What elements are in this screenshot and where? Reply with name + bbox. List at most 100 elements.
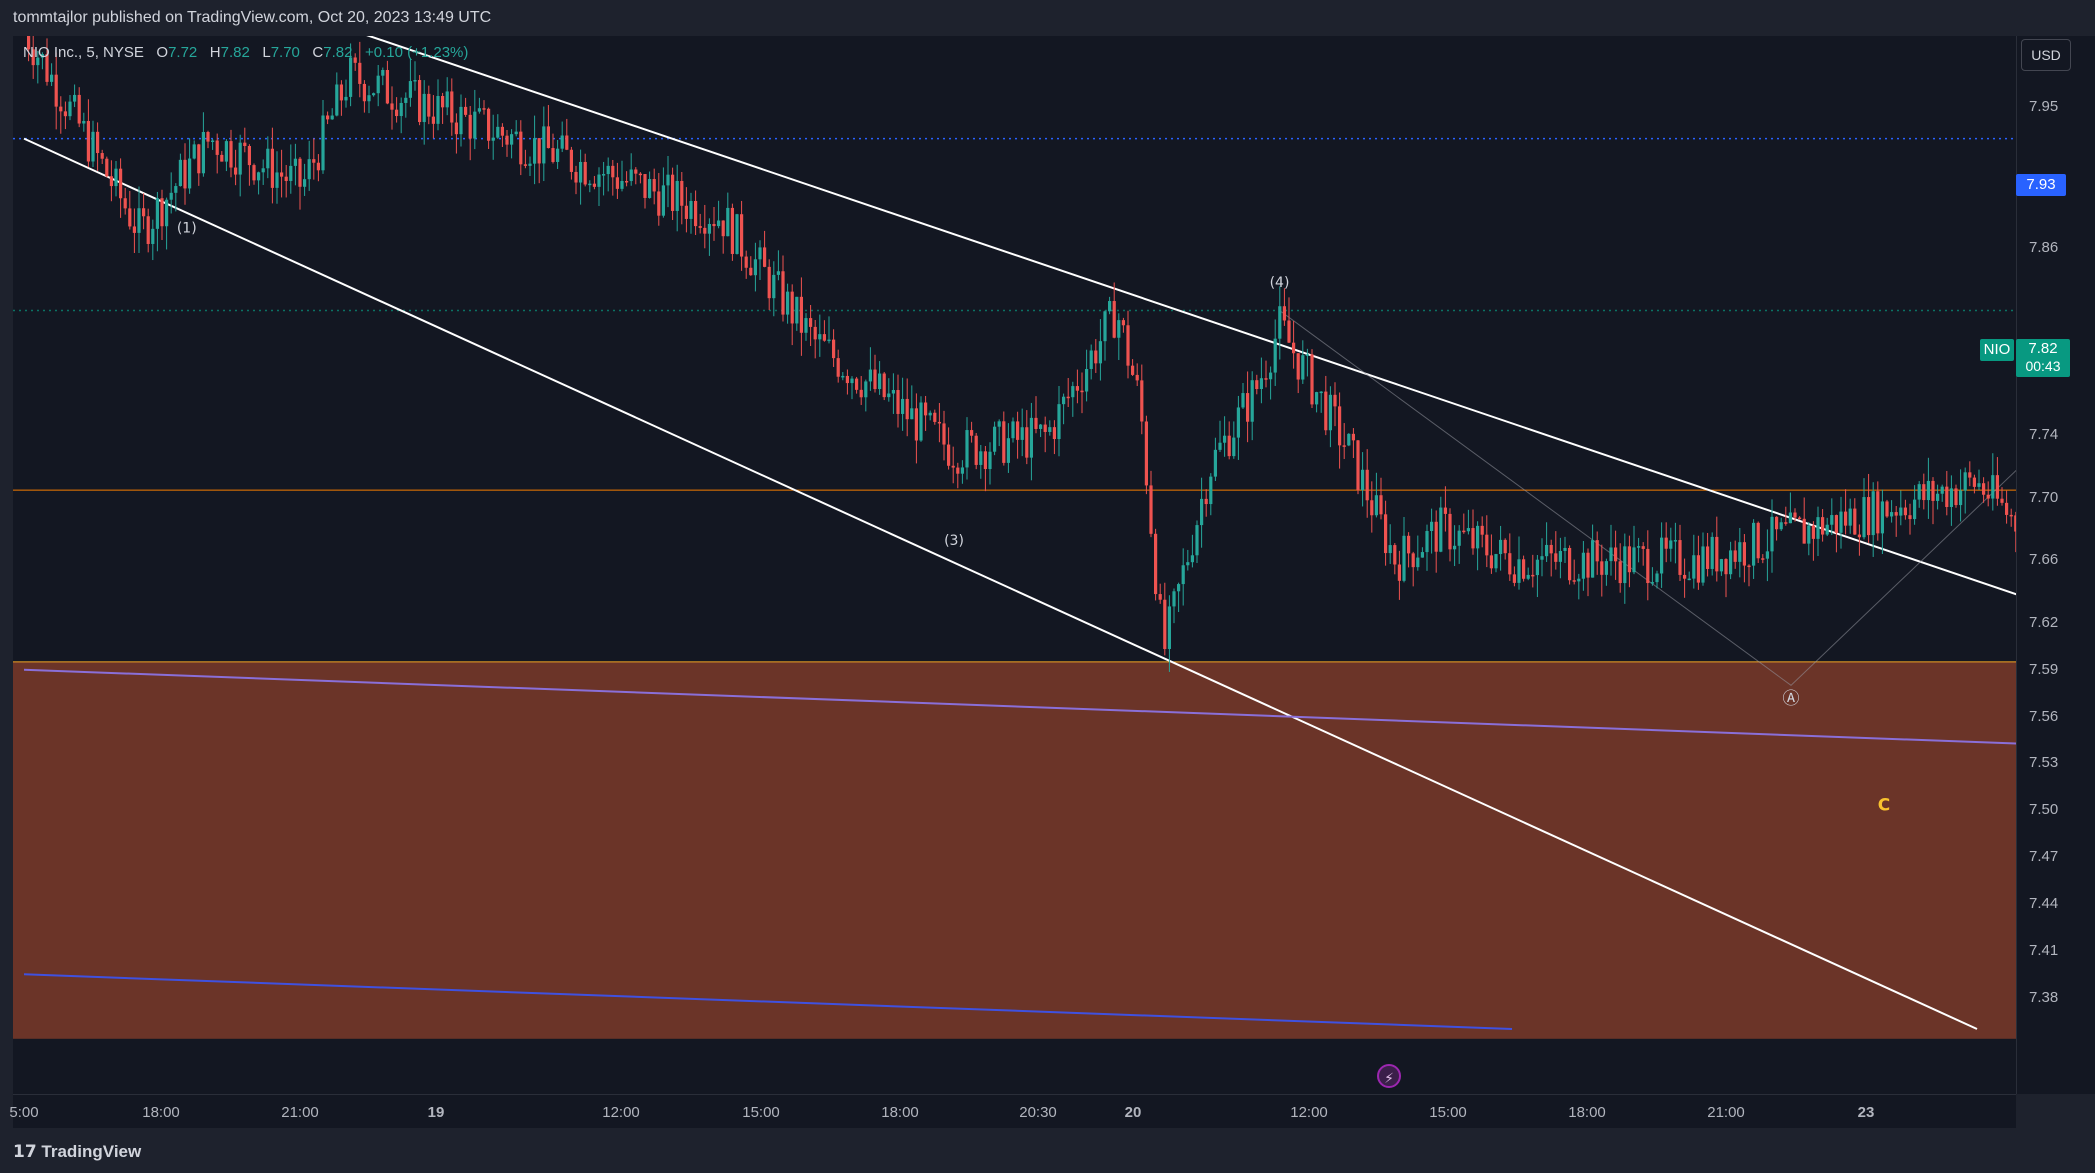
wave-label: C — [1878, 795, 1890, 815]
candle-body — [1278, 306, 1282, 339]
candle-body — [1397, 564, 1401, 581]
time-tick: 12:00 — [1290, 1104, 1328, 1121]
candle-body — [776, 271, 780, 275]
candle-body — [1131, 365, 1135, 375]
candle-body — [59, 106, 63, 112]
chart-svg[interactable]: (1)(3)(4)ⒶCⒷ(5)Ⓒ — [13, 36, 2016, 1094]
candle-body — [266, 148, 270, 169]
candle-body — [717, 220, 721, 227]
candle-body — [528, 163, 532, 166]
legend-high-value: 7.82 — [220, 44, 250, 61]
candle-body — [381, 69, 385, 76]
candle-body — [1802, 518, 1806, 544]
legend-close-label: C — [312, 44, 324, 61]
candle-body — [1462, 530, 1466, 533]
candle-body — [588, 183, 592, 186]
candle-body — [758, 247, 762, 260]
candle-body — [1623, 546, 1627, 584]
candle-body — [1936, 493, 1940, 501]
last-price-badge: 7.82 00:43 — [2016, 339, 2070, 377]
candle-body — [192, 144, 196, 159]
price-tick: 7.47 — [2029, 848, 2059, 866]
candle-body — [1609, 547, 1613, 562]
candle-body — [1062, 396, 1066, 405]
tradingview-logo[interactable]: 𝟭𝟳 TradingView — [13, 1142, 141, 1162]
legend-symbol[interactable]: NIO Inc., 5, NYSE — [23, 44, 144, 61]
wave-label: (1) — [177, 220, 197, 236]
candle-body — [1094, 350, 1098, 364]
candle-body — [376, 75, 380, 94]
candle-body — [468, 114, 472, 139]
candle-body — [330, 115, 334, 120]
candle-body — [344, 96, 348, 101]
candle-body — [77, 94, 81, 124]
candle-body — [523, 164, 527, 166]
price-tick: 7.95 — [2029, 98, 2059, 116]
candle-body — [1540, 556, 1544, 560]
candle-body — [1926, 480, 1930, 501]
candle-body — [1508, 553, 1512, 575]
candle-body — [114, 168, 118, 187]
candle-body — [698, 226, 702, 228]
candle-body — [316, 162, 320, 171]
candle-body — [675, 180, 679, 211]
currency-button[interactable]: USD — [2021, 39, 2071, 71]
price-tick: 7.62 — [2029, 613, 2059, 631]
candle-body — [160, 198, 164, 227]
candle-body — [546, 126, 550, 149]
candle-body — [1807, 525, 1811, 544]
candle-body — [1821, 517, 1825, 535]
candle-body — [1112, 301, 1116, 338]
candle-body — [335, 84, 339, 116]
candle-body — [1857, 534, 1861, 538]
candle-body — [408, 81, 412, 98]
candle-body — [1885, 501, 1889, 517]
candle-body — [1292, 342, 1296, 354]
candle-body — [404, 97, 408, 103]
candle-body — [1765, 551, 1769, 559]
flash-icon[interactable]: ⚡ — [1377, 1064, 1401, 1088]
candle-body — [560, 135, 564, 149]
candle-body — [413, 80, 417, 82]
candle-body — [197, 144, 201, 174]
candle-body — [1627, 546, 1631, 573]
candle-body — [832, 339, 836, 359]
candle-body — [726, 207, 730, 237]
candle-body — [422, 93, 426, 123]
candle-body — [123, 198, 127, 209]
price-tick: 7.74 — [2029, 426, 2059, 444]
candle-body — [799, 296, 803, 333]
candle-body — [1531, 574, 1535, 577]
candle-body — [1048, 427, 1052, 432]
candle-body — [2009, 514, 2013, 517]
candle-body — [445, 91, 449, 108]
candle-body — [1342, 445, 1346, 447]
candle-body — [477, 108, 481, 112]
candle-body — [1572, 580, 1576, 582]
candle-body — [174, 186, 178, 193]
candle-body — [993, 426, 997, 452]
candle-body — [280, 172, 284, 177]
candle-body — [740, 214, 744, 257]
candle-body — [1457, 530, 1461, 546]
candle-body — [1959, 490, 1963, 506]
candle-body — [730, 207, 734, 254]
candle-body — [795, 296, 799, 324]
publisher-text: tommtajlor published on TradingView.com,… — [13, 9, 492, 26]
candle-body — [1903, 507, 1907, 516]
time-axis[interactable]: 5:00 18:00 21:00 19 12:00 15:00 18:00 20:30 20 12… — [9, 1094, 2016, 1129]
candle-body — [850, 378, 854, 384]
candle-body — [1752, 522, 1756, 566]
candle-body — [1213, 449, 1217, 477]
chart-pane[interactable]: (1)(3)(4)ⒶCⒷ(5)Ⓒ — [13, 36, 2016, 1094]
candle-body — [997, 421, 1001, 427]
candle-body — [358, 62, 362, 84]
time-tick: 5:00 — [9, 1104, 39, 1121]
candle-body — [919, 402, 923, 441]
candle-body — [1517, 559, 1521, 583]
candle-body — [542, 126, 546, 164]
candle-body — [887, 393, 891, 398]
candle-body — [786, 291, 790, 315]
legend-open-value: 7.72 — [168, 44, 198, 61]
candle-body — [1259, 378, 1263, 390]
